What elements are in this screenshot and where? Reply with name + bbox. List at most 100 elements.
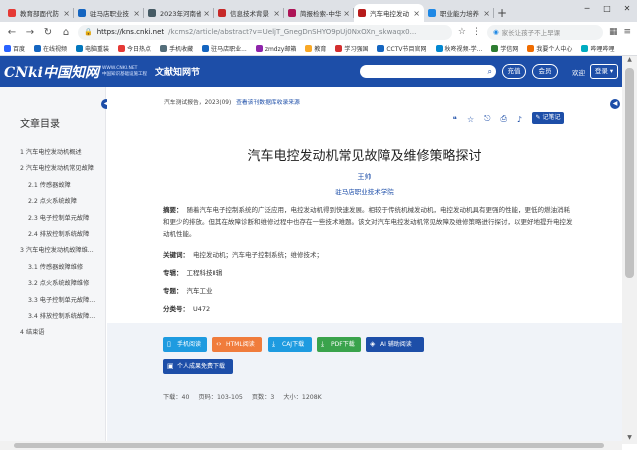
bookmark-item[interactable]: 驻马店职业... bbox=[202, 44, 247, 53]
toc-item[interactable]: 3 汽车电控发动机故障维... bbox=[20, 243, 104, 259]
download-count: 下载：40 bbox=[163, 394, 190, 401]
toc-item[interactable]: 3.2 点火系统故障维修 bbox=[20, 276, 104, 292]
toc-item[interactable]: 1 汽车电控发动机概述 bbox=[20, 145, 104, 161]
take-note-label: 记笔记 bbox=[542, 114, 561, 121]
caj-download-button[interactable]: ⤓ CAJ下载 bbox=[268, 337, 312, 352]
html-read-button[interactable]: ‹› HTML阅读 bbox=[212, 337, 262, 352]
header-search-input[interactable]: ⌕ bbox=[360, 65, 496, 78]
toc-item[interactable]: 2.2 点火系统故障 bbox=[20, 194, 104, 210]
cnki-logo[interactable]: CNki中国知网 WWW.CNKI.NET 中国知识基础设施工程 bbox=[4, 62, 147, 82]
bookmark-item[interactable]: 秋咚视频-学... bbox=[435, 44, 482, 53]
menu-icon[interactable]: ≡ bbox=[623, 27, 631, 37]
login-button[interactable]: 登录 ▾ bbox=[590, 64, 618, 79]
bookmark-item[interactable]: 学习强国 bbox=[335, 44, 368, 53]
bookmark-item[interactable]: 教育 bbox=[305, 44, 326, 53]
close-icon[interactable]: × bbox=[343, 9, 350, 18]
close-window-icon[interactable]: ✕ bbox=[617, 0, 637, 18]
share-icon[interactable]: ⎋ bbox=[484, 114, 490, 124]
mobile-read-button[interactable]: ▯ 手机阅读 bbox=[163, 337, 207, 352]
home-icon[interactable]: ⌂ bbox=[60, 27, 72, 38]
star-icon[interactable]: ☆ bbox=[458, 27, 466, 37]
bell-icon[interactable]: ♪ bbox=[517, 115, 522, 124]
toc-item[interactable]: 3.4 排放控制系统故障... bbox=[20, 309, 104, 325]
browser-tab-active[interactable]: 汽车电控发动 × bbox=[354, 4, 424, 22]
article-actions: ❝ ☆ ⎋ ⎙ ♪ bbox=[453, 114, 522, 124]
tab-favicon-icon bbox=[148, 9, 156, 17]
site-header: CNki中国知网 WWW.CNKI.NET 中国知识基础设施工程 文献知网节 ⌕… bbox=[0, 56, 622, 87]
pdf-download-button[interactable]: ⤓ PDF下载 bbox=[317, 337, 361, 352]
toc-item[interactable]: 4 结束语 bbox=[20, 325, 104, 341]
browser-tab[interactable]: 教育部面代防 × bbox=[4, 4, 74, 22]
close-icon[interactable]: × bbox=[273, 9, 280, 18]
bookmark-item[interactable]: 今日热点 bbox=[118, 44, 151, 53]
search-input[interactable]: ◉ 家长让孩子不上早课 bbox=[486, 24, 603, 40]
collapse-right-panel-icon[interactable]: ◀ bbox=[610, 99, 620, 109]
member-button[interactable]: 会员 bbox=[532, 64, 558, 79]
toc-item[interactable]: 2.1 传感器故障 bbox=[20, 178, 104, 194]
take-note-button[interactable]: ✎ 记笔记 bbox=[532, 112, 564, 124]
tab-title: 汽车电控发动 bbox=[370, 10, 409, 18]
extensions-icon[interactable]: ▦ bbox=[609, 27, 618, 37]
bookmark-label: 手机收藏 bbox=[169, 46, 194, 53]
toc-item[interactable]: 2 汽车电控发动机常见故障 bbox=[20, 161, 104, 177]
scroll-down-icon[interactable]: ▼ bbox=[622, 434, 637, 444]
quote-icon[interactable]: ❝ bbox=[453, 115, 457, 124]
reload-icon[interactable]: ↻ bbox=[42, 27, 54, 38]
window-controls: ─ □ ✕ bbox=[577, 0, 637, 18]
source-link[interactable]: 查看该刊数据库收录来源 bbox=[236, 100, 300, 106]
bookmark-item[interactable]: 电脑重装 bbox=[76, 44, 109, 53]
forward-icon[interactable]: → bbox=[24, 27, 36, 38]
browser-tab[interactable]: 简报检索-中华 × bbox=[284, 4, 354, 22]
bookmark-item[interactable]: 在线视频 bbox=[34, 44, 67, 53]
bookmark-item[interactable]: 手机收藏 bbox=[160, 44, 193, 53]
personal-download-button[interactable]: ▣ 个人成果免费下载 bbox=[163, 359, 233, 374]
journal-source[interactable]: 汽车测试报告，2023(09) bbox=[164, 100, 231, 106]
toc-item[interactable]: 2.3 电子控制单元故障 bbox=[20, 211, 104, 227]
toc-item[interactable]: 3.3 电子控制单元故障... bbox=[20, 293, 104, 309]
horizontal-scrollbar[interactable] bbox=[0, 441, 622, 450]
tab-title: 信息技术背景 bbox=[230, 10, 269, 18]
back-icon[interactable]: ← bbox=[6, 27, 18, 38]
source-line: 汽车测试报告，2023(09) 查看该刊数据库收录来源 bbox=[164, 97, 300, 106]
print-icon[interactable]: ⎙ bbox=[500, 114, 506, 124]
close-icon[interactable]: × bbox=[203, 9, 210, 18]
ai-read-button[interactable]: ◈ AI 辅助阅读 bbox=[366, 337, 424, 352]
series-row: 专辑： 工程科技Ⅱ辑 bbox=[163, 267, 573, 279]
close-icon[interactable]: × bbox=[413, 9, 420, 18]
search-icon[interactable]: ⌕ bbox=[488, 65, 492, 78]
browser-tab[interactable]: 职业能力培养 × bbox=[424, 4, 494, 22]
bookmark-icon bbox=[305, 45, 313, 52]
scroll-thumb[interactable] bbox=[625, 68, 634, 278]
more-icon[interactable]: ⋮ bbox=[472, 27, 481, 37]
close-icon[interactable]: × bbox=[483, 9, 490, 18]
minimize-icon[interactable]: ─ bbox=[577, 0, 597, 18]
favorite-icon[interactable]: ☆ bbox=[467, 115, 474, 124]
bookmark-item[interactable]: 我要个人中心 bbox=[527, 44, 572, 53]
browser-tab[interactable]: 2023年河南省 × bbox=[144, 4, 214, 22]
address-bar[interactable]: 🔒 https://kns.cnki.net/kcms2/article/abs… bbox=[78, 24, 452, 40]
bookmark-item[interactable]: CCTV节目官网 bbox=[377, 44, 427, 53]
scroll-up-icon[interactable]: ▲ bbox=[622, 56, 637, 66]
bookmark-item[interactable]: 学信网 bbox=[491, 44, 518, 53]
bookmark-item[interactable]: 百度 bbox=[4, 44, 25, 53]
bookmark-label: CCTV节目官网 bbox=[386, 46, 427, 53]
tab-favicon-icon bbox=[428, 9, 436, 17]
toc-item[interactable]: 3.1 传感器故障维修 bbox=[20, 260, 104, 276]
article-author[interactable]: 王帅 bbox=[107, 172, 622, 182]
vertical-scrollbar[interactable]: ▲ ▼ bbox=[622, 56, 637, 444]
recharge-button[interactable]: 充值 bbox=[502, 64, 526, 79]
keywords-value[interactable]: 电控发动机；汽车电子控制系统；维修技术； bbox=[193, 251, 323, 259]
bookmark-item[interactable]: zmdzy邮箱 bbox=[255, 44, 296, 53]
article-organization[interactable]: 驻马店职业技术学院 bbox=[107, 186, 622, 196]
pdf-download-label: PDF下载 bbox=[331, 341, 355, 348]
bookmark-item[interactable]: 哔哩哔哩 bbox=[581, 44, 614, 53]
close-icon[interactable]: × bbox=[63, 9, 70, 18]
maximize-icon[interactable]: □ bbox=[597, 0, 617, 18]
hscroll-thumb[interactable] bbox=[14, 443, 604, 448]
new-tab-button[interactable]: + bbox=[494, 4, 510, 22]
browser-tab[interactable]: 驻马店职业技 × bbox=[74, 4, 144, 22]
close-icon[interactable]: × bbox=[133, 9, 140, 18]
toc-item[interactable]: 2.4 排放控制系统故障 bbox=[20, 227, 104, 243]
browser-tab[interactable]: 信息技术背景 × bbox=[214, 4, 284, 22]
toc-sidebar: 文章目录 1 汽车电控发动机概述 2 汽车电控发动机常见故障 2.1 传感器故障… bbox=[0, 87, 106, 441]
